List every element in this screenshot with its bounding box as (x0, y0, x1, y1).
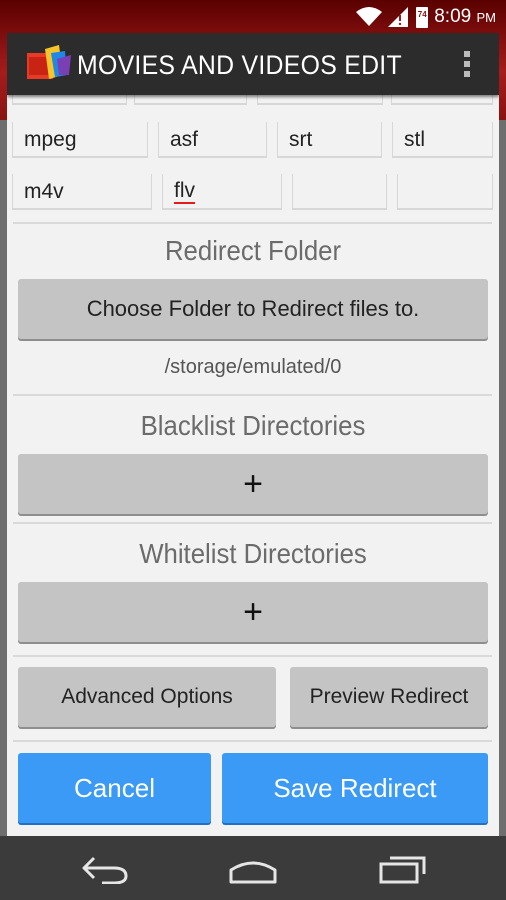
home-icon[interactable] (228, 852, 278, 884)
whitelist-heading: Whitelist Directories (139, 538, 367, 569)
back-icon[interactable] (80, 852, 130, 884)
clock: 8:09 PM (434, 6, 496, 28)
divider (13, 222, 492, 224)
signal-icon (388, 7, 409, 27)
action-bar: MOVIES AND VIDEOS EDIT (7, 33, 499, 95)
advanced-options-button[interactable]: Advanced Options (18, 667, 276, 727)
divider (13, 522, 492, 524)
add-blacklist-button[interactable]: + (18, 454, 488, 514)
extension-field[interactable] (292, 174, 387, 210)
edit-dialog: MOVIES AND VIDEOS EDIT mpeg asf srt stl … (7, 33, 499, 836)
page-title: MOVIES AND VIDEOS EDIT (77, 50, 402, 80)
battery-icon: 74 (416, 6, 429, 28)
preview-redirect-button[interactable]: Preview Redirect (290, 667, 488, 727)
extension-field[interactable]: stl (392, 122, 493, 158)
blacklist-heading: Blacklist Directories (140, 410, 366, 441)
extension-value: flv (174, 179, 195, 204)
redirect-folder-heading: Redirect Folder (164, 235, 342, 266)
extension-value: stl (404, 128, 425, 151)
save-redirect-button[interactable]: Save Redirect (222, 753, 488, 823)
overflow-menu-icon[interactable] (463, 51, 471, 79)
wifi-icon (356, 7, 383, 26)
redirect-path: /storage/emulated/0 (164, 356, 342, 378)
extension-field[interactable]: flv (162, 174, 282, 210)
divider (13, 394, 492, 396)
extension-value: srt (289, 128, 313, 151)
status-icons: 74 8:09 PM (356, 5, 496, 29)
extension-field[interactable]: m4v (12, 174, 152, 210)
app-logo-icon (27, 45, 71, 79)
clock-time: 8:09 (434, 6, 472, 27)
extension-field[interactable]: srt (277, 122, 382, 158)
status-bar: 74 8:09 PM (0, 0, 506, 33)
cancel-button[interactable]: Cancel (18, 753, 211, 823)
choose-folder-button[interactable]: Choose Folder to Redirect files to. (18, 279, 488, 339)
battery-level: 74 (417, 9, 427, 19)
navigation-bar (0, 836, 506, 900)
divider (13, 740, 492, 742)
extension-value: mpeg (24, 128, 77, 151)
add-whitelist-button[interactable]: + (18, 582, 488, 642)
recents-icon[interactable] (378, 852, 428, 884)
divider (13, 655, 492, 657)
extension-value: asf (170, 128, 199, 151)
extension-field[interactable]: mpeg (12, 122, 148, 158)
clock-ampm: PM (476, 10, 497, 25)
extension-value: m4v (24, 180, 64, 203)
extension-field[interactable] (397, 174, 493, 210)
extension-field[interactable]: asf (158, 122, 267, 158)
